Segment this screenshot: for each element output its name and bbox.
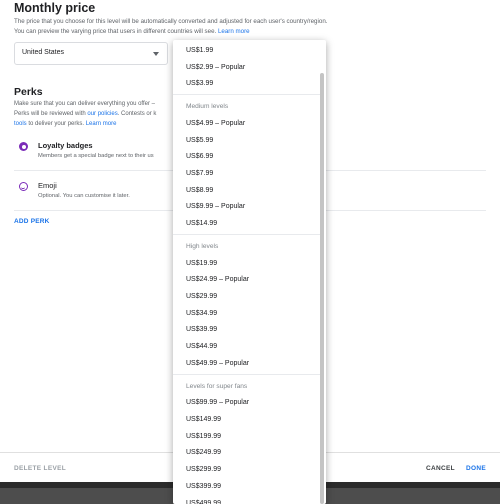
price-option[interactable]: US$6.99 bbox=[186, 153, 213, 160]
price-option[interactable]: US$99.99 – Popular bbox=[186, 399, 249, 406]
add-perk-button[interactable]: ADD PERK bbox=[14, 218, 50, 225]
country-select-value: United States bbox=[22, 49, 65, 56]
dropdown-separator bbox=[173, 373, 320, 375]
scrollbar[interactable] bbox=[320, 73, 324, 504]
price-option[interactable]: US$19.99 bbox=[186, 260, 217, 267]
price-option[interactable]: US$7.99 bbox=[186, 170, 213, 177]
dropdown-separator bbox=[173, 233, 320, 235]
emoji-icon bbox=[19, 182, 28, 191]
perks-description-text: to deliver your perks. bbox=[26, 121, 86, 127]
price-group-header: Medium levels bbox=[186, 103, 229, 111]
price-option[interactable]: US$44.99 bbox=[186, 343, 217, 350]
perk-name: Loyalty badges bbox=[38, 141, 93, 150]
price-group-header: High levels bbox=[186, 242, 219, 250]
price-option[interactable]: US$5.99 bbox=[186, 137, 213, 144]
price-option[interactable]: US$29.99 bbox=[186, 293, 217, 300]
price-option[interactable]: US$8.99 bbox=[186, 187, 213, 194]
country-select[interactable]: United States bbox=[14, 42, 168, 65]
price-option[interactable]: US$249.99 bbox=[186, 449, 221, 456]
price-group-header: Levels for super fans bbox=[186, 382, 248, 390]
price-option[interactable]: US$34.99 bbox=[186, 310, 217, 317]
price-option[interactable]: US$49.99 – Popular bbox=[186, 360, 249, 367]
perks-title: Perks bbox=[14, 86, 43, 98]
tools-link[interactable]: tools bbox=[14, 121, 27, 127]
perks-description-line: Make sure that you can deliver everythin… bbox=[14, 101, 155, 107]
perks-learn-more-link[interactable]: Learn more bbox=[86, 121, 117, 127]
perks-description-text: . Contests or k bbox=[117, 111, 157, 117]
price-option[interactable]: US$24.99 – Popular bbox=[186, 276, 249, 283]
price-option[interactable]: US$299.99 bbox=[186, 466, 221, 473]
price-option[interactable]: US$199.99 bbox=[186, 433, 221, 440]
price-option[interactable]: US$3.99 bbox=[186, 80, 213, 87]
price-dropdown-menu: US$1.99 US$2.99 – Popular US$3.99 Medium le… bbox=[173, 40, 326, 504]
perks-description-text: Perks will be reviewed with bbox=[14, 111, 88, 117]
perk-description: Members get a special badge next to thei… bbox=[38, 153, 154, 159]
policies-link[interactable]: our policies bbox=[87, 111, 117, 117]
delete-level-button[interactable]: DELETE LEVEL bbox=[14, 465, 66, 472]
badge-icon bbox=[19, 142, 28, 151]
monthly-price-title: Monthly price bbox=[14, 1, 96, 15]
perks-description-line: Perks will be reviewed with our policies… bbox=[14, 109, 184, 119]
price-option[interactable]: US$499.99 bbox=[186, 500, 221, 504]
price-option[interactable]: US$39.99 bbox=[186, 326, 217, 333]
price-option[interactable]: US$2.99 – Popular bbox=[186, 64, 245, 71]
price-option[interactable]: US$4.99 – Popular bbox=[186, 120, 245, 127]
cancel-button[interactable]: CANCEL bbox=[426, 465, 455, 472]
price-option[interactable]: US$9.99 – Popular bbox=[186, 203, 245, 210]
monthly-price-learn-more-link[interactable]: Learn more bbox=[218, 28, 250, 35]
price-option[interactable]: US$149.99 bbox=[186, 416, 221, 423]
monthly-price-description-text: The price that you choose for this level… bbox=[14, 18, 328, 35]
perks-description: Make sure that you can deliver everythin… bbox=[14, 99, 184, 129]
perk-description: Optional. You can customise it later. bbox=[38, 193, 130, 199]
price-option[interactable]: US$399.99 bbox=[186, 483, 221, 490]
perks-description-line: tools to deliver your perks. Learn more bbox=[14, 119, 184, 129]
dropdown-arrow-icon bbox=[153, 52, 159, 56]
perk-name: Emoji bbox=[38, 181, 57, 190]
done-button[interactable]: DONE bbox=[466, 465, 486, 472]
price-option[interactable]: US$14.99 bbox=[186, 220, 217, 227]
monthly-price-description: The price that you choose for this level… bbox=[14, 17, 332, 37]
dropdown-separator bbox=[173, 94, 320, 96]
price-option[interactable]: US$1.99 bbox=[186, 47, 213, 54]
